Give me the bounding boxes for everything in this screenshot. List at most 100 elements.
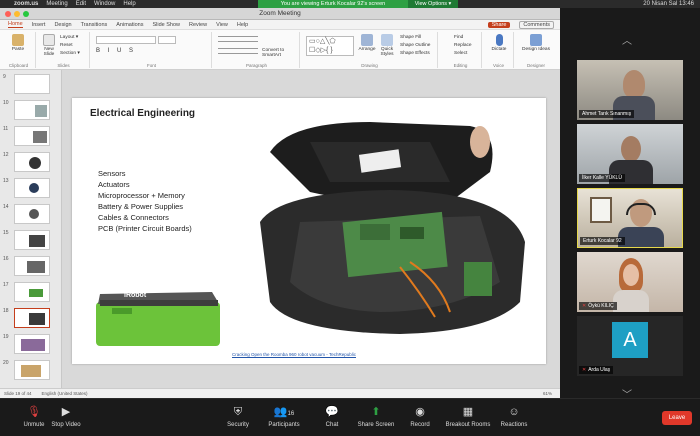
shapes-gallery[interactable]: ▭○△╲⬠ ☐◇▷{ } (306, 36, 354, 56)
layout-button[interactable]: Layout ▾ (60, 35, 78, 40)
language-indicator[interactable]: English (United States) (42, 391, 88, 396)
muted-mic-icon: ✕ (582, 367, 587, 373)
slide-thumbnail[interactable] (14, 256, 50, 276)
participant-tile[interactable]: İlker Kalle YÜKLÜ (577, 124, 683, 184)
shape-effects-button[interactable]: Shape Effects (400, 51, 430, 56)
zoom-level[interactable]: 61% (543, 391, 552, 396)
menu-help[interactable]: Help (123, 1, 135, 7)
editing-group-label: Editing (453, 63, 468, 68)
select-button[interactable]: Select (454, 51, 467, 56)
battery-pack-image[interactable] (92, 288, 224, 350)
font-group: B I U S Font (92, 32, 212, 68)
slide-title[interactable]: Electrical Engineering (90, 108, 195, 119)
replace-button[interactable]: Replace (454, 43, 472, 48)
thumb-number: 11 (3, 126, 9, 132)
paragraph-group-label: Paragraph (245, 63, 267, 68)
slide-thumbnail[interactable] (14, 282, 50, 302)
reactions-button[interactable]: ☺ Reactions (484, 405, 544, 428)
arrange-button[interactable]: Arrange (358, 34, 376, 52)
tab-home[interactable]: Home (8, 21, 23, 28)
tab-animations[interactable]: Animations (116, 22, 143, 28)
tab-help[interactable]: Help (237, 22, 248, 28)
comments-button[interactable]: Comments (519, 20, 554, 29)
participant-face (623, 70, 645, 98)
thumb-number: 18 (3, 308, 9, 314)
bullet-item: Microprocessor + Memory (98, 191, 185, 200)
slide-thumbnail-pane[interactable]: 9 10 11 12 13 14 15 16 17 18 19 20 (0, 70, 62, 388)
design-ideas-button[interactable]: Design Ideas (522, 34, 550, 52)
font-size-box[interactable] (158, 36, 176, 44)
tab-insert[interactable]: Insert (32, 22, 46, 28)
muted-mic-icon: ✕ (582, 303, 587, 309)
slide-thumbnail[interactable] (14, 152, 50, 172)
maximize-window-icon[interactable] (23, 11, 29, 17)
menu-app-name[interactable]: zoom.us (14, 1, 38, 7)
leave-button[interactable]: Leave (662, 411, 692, 425)
new-slide-button[interactable]: New Slide (40, 34, 58, 57)
view-options-button[interactable]: View Options ▾ (408, 0, 458, 8)
robot-vacuum-image[interactable] (250, 112, 540, 344)
battery-label: iRobot (124, 292, 147, 299)
tab-design[interactable]: Design (54, 22, 71, 28)
close-window-icon[interactable] (5, 11, 11, 17)
slide-thumbnail[interactable] (14, 74, 50, 94)
chat-label: Chat (325, 422, 339, 428)
participant-tile-active-speaker[interactable]: Erturk Kocalar 92 (577, 188, 683, 248)
bullets-icon[interactable] (218, 36, 258, 42)
participants-label: Participants (268, 422, 300, 428)
convert-smartart-button[interactable]: Convert to SmartArt (262, 48, 298, 58)
slide-thumbnail[interactable] (14, 100, 50, 120)
clipboard-group: Paste Clipboard (2, 32, 36, 68)
slide-thumbnail[interactable] (14, 334, 50, 354)
slide-editing-area[interactable]: Electrical Engineering Sensors Actuators… (62, 70, 560, 388)
slide-canvas[interactable]: Electrical Engineering Sensors Actuators… (72, 98, 546, 364)
minimize-window-icon[interactable] (14, 11, 20, 17)
new-slide-icon (43, 34, 55, 46)
font-format-buttons[interactable]: B I U S (96, 48, 136, 54)
menu-meeting[interactable]: Meeting (46, 1, 67, 7)
align-icon[interactable] (218, 48, 258, 54)
window-title-bar: Zoom Meeting (0, 8, 560, 20)
tab-slide-show[interactable]: Slide Show (152, 22, 180, 28)
window-title: Zoom Meeting (259, 10, 301, 17)
participant-tile[interactable]: ✕ Öykü KILIÇ (577, 252, 683, 312)
chevron-up-icon[interactable]: ︿ (622, 32, 632, 47)
slide-thumbnail[interactable] (14, 360, 50, 380)
tab-transitions[interactable]: Transitions (81, 22, 108, 28)
slide-thumbnail[interactable] (14, 230, 50, 250)
shape-outline-button[interactable]: Shape Outline (400, 43, 430, 48)
participant-name-plate: ✕ Arda Ulaş (579, 366, 614, 374)
menu-window[interactable]: Window (94, 1, 115, 7)
shape-fill-button[interactable]: Shape Fill (400, 35, 421, 40)
quick-styles-button[interactable]: Quick Styles (378, 34, 396, 57)
slide-thumbnail-selected[interactable] (14, 308, 50, 328)
bullet-item: Battery & Power Supplies (98, 202, 184, 211)
stop-video-button[interactable]: ▶ Stop Video (36, 405, 96, 428)
microphone-icon (495, 34, 503, 46)
slide-bullet-list[interactable]: Sensors Actuators Microprocessor + Memor… (98, 168, 192, 234)
thumb-number: 9 (3, 74, 6, 80)
tab-review[interactable]: Review (189, 22, 207, 28)
reset-button[interactable]: Reset (60, 43, 73, 48)
font-name-box[interactable] (96, 36, 156, 44)
paste-button[interactable]: Paste (6, 34, 30, 52)
stop-video-label: Stop Video (51, 422, 81, 428)
find-button[interactable]: Find (454, 35, 463, 40)
tab-view[interactable]: View (216, 22, 228, 28)
share-button[interactable]: Share (487, 21, 511, 28)
dictate-label: Dictate (491, 47, 507, 52)
participant-body (613, 290, 649, 312)
participant-tile[interactable]: A ✕ Arda Ulaş (577, 316, 683, 376)
menu-edit[interactable]: Edit (76, 1, 86, 7)
slide-thumbnail[interactable] (14, 178, 50, 198)
participant-tile[interactable]: Ahmet Tarık Sınanmış (577, 60, 683, 120)
editing-group: Find Replace Select Editing (440, 32, 482, 68)
slide-thumbnail[interactable] (14, 126, 50, 146)
slide-thumbnail[interactable] (14, 204, 50, 224)
dictate-button[interactable]: Dictate (488, 34, 510, 52)
participant-name-plate: ✕ Öykü KILIÇ (579, 302, 617, 310)
thumb-number: 20 (3, 360, 9, 366)
design-ideas-icon (530, 34, 542, 46)
section-button[interactable]: Section ▾ (60, 51, 80, 56)
source-link[interactable]: Cracking Open the Roomba 960 robot vacuu… (232, 352, 356, 357)
